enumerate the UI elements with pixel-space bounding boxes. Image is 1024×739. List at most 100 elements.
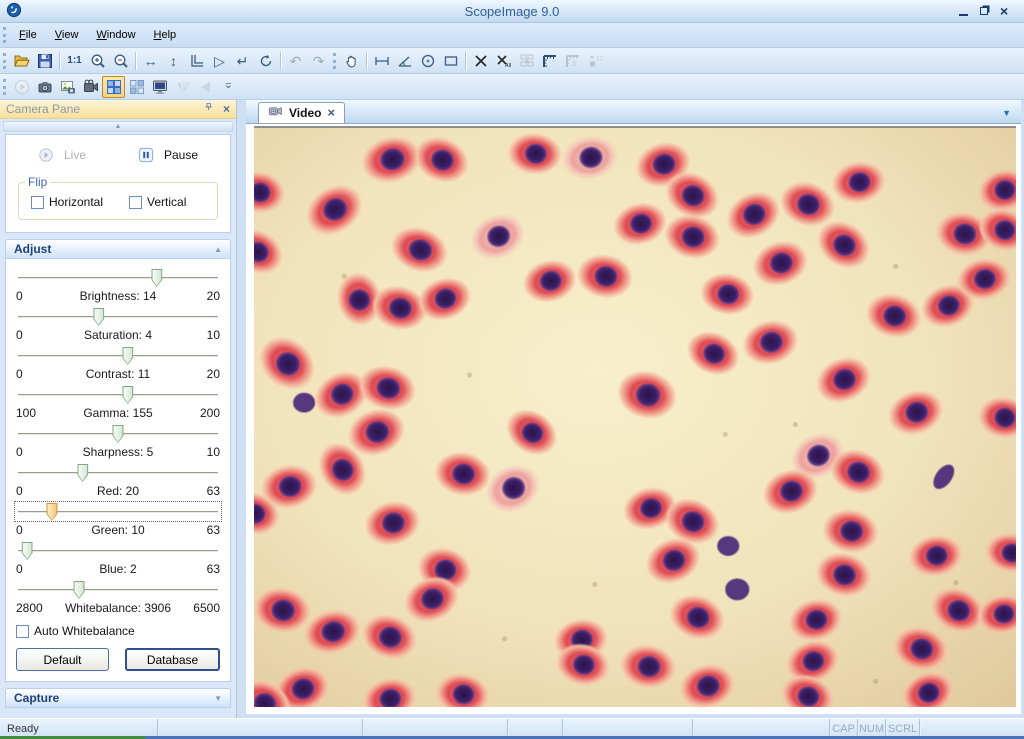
tile-windows-icon[interactable]: [125, 76, 148, 98]
play-icon[interactable]: [10, 76, 33, 98]
tab-list-dropdown-icon[interactable]: ▼: [1002, 108, 1011, 118]
adjust-buttons-row: Default Database: [14, 640, 222, 675]
slider-track-saturation[interactable]: [14, 306, 222, 327]
slider-value-label: Contrast: 11: [50, 367, 186, 381]
slider-gamma: 100Gamma: 155200: [14, 384, 222, 420]
slider-track-green[interactable]: [14, 501, 222, 522]
adjust-section-header[interactable]: Adjust ▲: [5, 239, 231, 259]
slider-thumb-blue[interactable]: [22, 542, 33, 560]
pointer-icon[interactable]: ▷: [208, 50, 231, 72]
collapse-up-icon: ▲: [214, 245, 222, 254]
flip-horizontal-checkbox[interactable]: Horizontal: [31, 195, 103, 209]
checkbox-box[interactable]: [31, 196, 44, 209]
snapshot-icon[interactable]: [56, 76, 79, 98]
toolbar-separator: [465, 52, 466, 70]
checkbox-box[interactable]: [129, 196, 142, 209]
slider-groove: [18, 394, 218, 396]
actual-size-icon[interactable]: 1:1: [63, 50, 86, 72]
fit-height-icon[interactable]: ↕: [162, 50, 185, 72]
menu-gripper[interactable]: [3, 27, 6, 43]
flip-horizontal-label: Horizontal: [49, 195, 103, 209]
menu-item-view[interactable]: View: [46, 26, 88, 44]
open-folder-icon[interactable]: [10, 50, 33, 72]
slider-track-brightness[interactable]: [14, 267, 222, 288]
window-title: ScopeImage 9.0: [0, 4, 1024, 19]
minimize-button-icon[interactable]: [959, 7, 968, 16]
fit-width-icon[interactable]: ↔: [139, 50, 162, 72]
tab-close-icon[interactable]: ×: [327, 108, 335, 118]
slider-thumb-whitebalance[interactable]: [74, 581, 85, 599]
ruler-scale-icon[interactable]: S: [561, 50, 584, 72]
rotate-icon[interactable]: [254, 50, 277, 72]
slider-max: 6500: [186, 601, 220, 615]
tab-video[interactable]: Video×: [258, 102, 345, 123]
slider-thumb-brightness[interactable]: [151, 269, 162, 287]
auto-whitebalance-checkbox[interactable]: Auto Whitebalance: [16, 624, 220, 638]
measure-angle-icon[interactable]: [393, 50, 416, 72]
redo-icon[interactable]: ↷: [307, 50, 330, 72]
capture-section-header[interactable]: Capture ▼: [5, 688, 231, 708]
toolbar-gripper[interactable]: [333, 53, 336, 69]
enter-icon[interactable]: ↵: [231, 50, 254, 72]
thumbnails-icon[interactable]: [515, 50, 538, 72]
ruler-horizontal-icon[interactable]: [538, 50, 561, 72]
slider-thumb-saturation[interactable]: [93, 308, 104, 326]
slider-thumb-green[interactable]: [46, 503, 57, 521]
toolbar-gripper[interactable]: [3, 79, 6, 95]
slider-saturation: 0Saturation: 410: [14, 306, 222, 342]
measure-circle-icon[interactable]: [416, 50, 439, 72]
collapse-strip[interactable]: ▲: [3, 121, 233, 132]
checkbox-box[interactable]: [16, 625, 29, 638]
slider-max: 63: [186, 484, 220, 498]
slider-thumb-sharpness[interactable]: [113, 425, 124, 443]
slider-thumb-gamma[interactable]: [122, 386, 133, 404]
slider-groove: [18, 550, 218, 552]
database-button[interactable]: Database: [125, 648, 220, 671]
still-camera-icon[interactable]: [33, 76, 56, 98]
flip-vertical-icon[interactable]: [194, 76, 217, 98]
slider-min: 0: [16, 562, 50, 576]
slider-thumb-contrast[interactable]: [122, 347, 133, 365]
flip-horizontal-icon[interactable]: [171, 76, 194, 98]
menu-item-file[interactable]: File: [10, 26, 46, 44]
slider-track-gamma[interactable]: [14, 384, 222, 405]
toolbar-gripper[interactable]: [3, 53, 6, 69]
default-button[interactable]: Default: [16, 648, 109, 671]
toolbar-camera: [0, 74, 1024, 100]
restore-button-icon[interactable]: [980, 7, 988, 15]
slider-track-sharpness[interactable]: [14, 423, 222, 444]
undo-icon[interactable]: ↶: [284, 50, 307, 72]
flip-vertical-checkbox[interactable]: Vertical: [129, 195, 186, 209]
slider-track-contrast[interactable]: [14, 345, 222, 366]
slider-track-blue[interactable]: [14, 540, 222, 561]
live-button[interactable]: Live: [38, 147, 86, 163]
slider-whitebalance: 2800Whitebalance: 39066500: [14, 579, 222, 615]
video-canvas[interactable]: [254, 126, 1016, 707]
measure-line-icon[interactable]: [370, 50, 393, 72]
save-icon[interactable]: [33, 50, 56, 72]
menu-item-help[interactable]: Help: [145, 26, 186, 44]
multiview-icon[interactable]: [102, 76, 125, 98]
slider-track-whitebalance[interactable]: [14, 579, 222, 600]
delete-icon[interactable]: [469, 50, 492, 72]
monitor-icon[interactable]: [148, 76, 171, 98]
slider-track-red[interactable]: [14, 462, 222, 483]
pin-icon[interactable]: [203, 102, 215, 117]
delete-all-icon[interactable]: All: [492, 50, 515, 72]
slider-thumb-red[interactable]: [77, 464, 88, 482]
camcorder-icon[interactable]: [79, 76, 102, 98]
zoom-out-icon[interactable]: [109, 50, 132, 72]
count-icon[interactable]: 12: [584, 50, 607, 72]
menu-item-window[interactable]: Window: [87, 26, 144, 44]
close-pane-icon[interactable]: ×: [223, 102, 230, 116]
slider-max: 63: [186, 562, 220, 576]
crop-icon[interactable]: [185, 50, 208, 72]
pause-button[interactable]: Pause: [138, 147, 198, 163]
pan-icon[interactable]: [340, 50, 363, 72]
close-window-icon[interactable]: ×: [1000, 6, 1012, 17]
live-label: Live: [64, 148, 86, 162]
measure-rect-icon[interactable]: [439, 50, 462, 72]
toolbar-overflow-icon[interactable]: [217, 76, 240, 98]
zoom-in-icon[interactable]: [86, 50, 109, 72]
flip-vertical-label: Vertical: [147, 195, 186, 209]
